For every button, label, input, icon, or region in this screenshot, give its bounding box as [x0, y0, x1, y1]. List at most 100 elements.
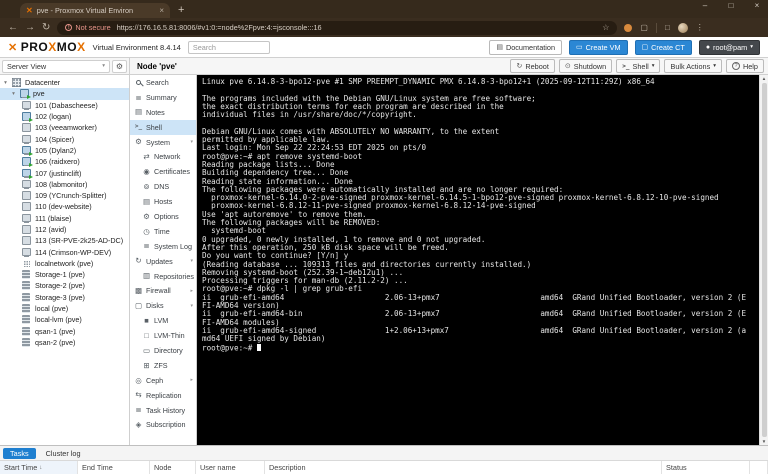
tree-item-localnetwork[interactable]: localnetwork (pve): [0, 258, 129, 269]
menu-item-notes[interactable]: ▤ Notes: [130, 105, 196, 120]
create-ct-button[interactable]: ▢ Create CT: [634, 39, 692, 55]
documentation-button[interactable]: ▤ Documentation: [489, 39, 563, 55]
menu-item-replication[interactable]: ⇆ Replication: [130, 388, 196, 403]
toolbar-reboot-button[interactable]: ↻ Reboot: [510, 59, 555, 73]
forward-icon[interactable]: →: [25, 22, 35, 33]
menu-item-repositories[interactable]: ▥ Repositories: [130, 269, 196, 284]
menu-item-ceph[interactable]: ◎ Ceph ▸: [130, 373, 196, 388]
tree-item-104[interactable]: 104 (Spicer): [0, 133, 129, 144]
column-header-start-time[interactable]: Start Time ↓: [0, 461, 78, 474]
scroll-up-icon[interactable]: ▲: [762, 76, 766, 81]
menu-item-shell[interactable]: >_ Shell: [130, 119, 196, 135]
reload-icon[interactable]: ↻: [42, 22, 50, 33]
address-bar[interactable]: Not secure https://176.16.5.81:8006/#v1:…: [57, 20, 618, 35]
proxmox-logo[interactable]: ✕ PROXMOX: [8, 40, 86, 54]
tree-item-114[interactable]: 114 (Crimson-WP-DEV): [0, 246, 129, 257]
menu-item-time[interactable]: ◷ Time: [130, 224, 196, 239]
tree-item-105[interactable]: 105 (Dylan2): [0, 145, 129, 156]
menu-item-summary[interactable]: ≣ Summary: [130, 90, 196, 105]
tree-item-110[interactable]: 110 (dev-website): [0, 201, 129, 212]
window-maximize-icon[interactable]: □: [726, 1, 736, 10]
menu-item-lvm-thin[interactable]: □ LVM-Thin: [130, 328, 196, 343]
global-search-input[interactable]: [187, 40, 270, 54]
tree-settings-button[interactable]: ⚙: [112, 59, 127, 73]
tree-item-102[interactable]: 102 (logan): [0, 111, 129, 123]
not-secure-badge[interactable]: Not secure: [65, 23, 111, 32]
menu-item-updates[interactable]: ↻ Updates ▾: [130, 254, 196, 269]
menu-item-firewall[interactable]: ▩ Firewall ▸: [130, 283, 196, 298]
tree-item-storage-2[interactable]: Storage-2 (pve): [0, 280, 129, 291]
tree-item-local[interactable]: local (pve): [0, 303, 129, 314]
expander-icon[interactable]: ▾: [2, 80, 9, 86]
toolbar-button-label: Shell: [632, 61, 649, 71]
toolbar-bulk-actions-button[interactable]: Bulk Actions ▾: [664, 59, 722, 73]
expander-icon[interactable]: ▾: [10, 91, 17, 97]
tree-item-108[interactable]: 108 (labmonitor): [0, 179, 129, 190]
tree-item-local-lvm[interactable]: local-lvm (pve): [0, 314, 129, 325]
extension-icon[interactable]: [624, 23, 633, 32]
browser-menu-icon[interactable]: ⋮: [696, 23, 704, 32]
column-header-end-time[interactable]: End Time: [78, 461, 150, 474]
menu-item-certificates[interactable]: ◉ Certificates: [130, 164, 196, 179]
column-header-node[interactable]: Node: [150, 461, 196, 474]
menu-item-task-history[interactable]: ≣ Task History: [130, 403, 196, 418]
menu-item-lvm[interactable]: ■ LVM: [130, 313, 196, 328]
window-minimize-icon[interactable]: –: [700, 1, 710, 10]
vm-icon: [22, 168, 33, 179]
menu-item-system[interactable]: ⚙ System ▾: [130, 135, 196, 150]
tree-item-datacenter[interactable]: ▾ Datacenter: [0, 77, 129, 88]
column-header-description[interactable]: Description: [265, 461, 662, 474]
column-header-user-name[interactable]: User name: [196, 461, 265, 474]
menu-item-label: Task History: [146, 405, 186, 415]
scrollbar-thumb[interactable]: [761, 83, 767, 437]
extensions-puzzle-icon[interactable]: ▢: [640, 23, 648, 32]
tree-item-103[interactable]: 103 (veeamworker): [0, 122, 129, 133]
tree-item-109[interactable]: 109 (YCrunch-Splitter): [0, 190, 129, 201]
firewall-icon: ▩: [134, 286, 143, 296]
tab-close-icon[interactable]: ×: [159, 6, 164, 15]
shell-console[interactable]: Linux pve 6.14.8-3-bpo12-pve #1 SMP PREE…: [197, 75, 768, 445]
bookmark-star-icon[interactable]: ☆: [602, 23, 609, 32]
create-vm-button[interactable]: ▭ Create VM: [569, 39, 628, 55]
menu-item-search[interactable]: Search: [130, 75, 196, 90]
window-close-icon[interactable]: ×: [752, 1, 762, 10]
tree-item-113[interactable]: 113 (SR-PVE-2k25-AD-DC): [0, 235, 129, 246]
toolbar-help-button[interactable]: ? Help: [725, 59, 764, 73]
menu-item-subscription[interactable]: ◈ Subscription: [130, 417, 196, 432]
tree-item-pve[interactable]: ▾ pve: [0, 88, 129, 100]
menu-item-options[interactable]: ⚙ Options: [130, 209, 196, 224]
back-icon[interactable]: ←: [8, 22, 18, 33]
tree-item-112[interactable]: 112 (avid): [0, 224, 129, 235]
menu-item-hosts[interactable]: ▤ Hosts: [130, 194, 196, 209]
tree-item-106[interactable]: 106 (raidxero): [0, 156, 129, 168]
tree-item-107[interactable]: 107 (justinclift): [0, 167, 129, 179]
menu-item-system-log[interactable]: ≣ System Log: [130, 239, 196, 254]
menu-item-dns[interactable]: ⊚ DNS: [130, 179, 196, 194]
extension2-icon[interactable]: □: [665, 23, 670, 32]
toolbar-shell-button[interactable]: >_ Shell ▾: [616, 59, 661, 73]
menu-item-directory[interactable]: ▭ Directory: [130, 343, 196, 358]
menu-item-network[interactable]: ⇄ Network: [130, 149, 196, 164]
tab-cluster-log[interactable]: Cluster log: [39, 448, 88, 459]
chevron-down-icon: ▾: [190, 302, 193, 309]
new-tab-button[interactable]: +: [178, 4, 184, 18]
terminal-icon: >_: [622, 62, 630, 70]
profile-avatar[interactable]: [677, 22, 688, 33]
tree-item-storage-3[interactable]: Storage-3 (pve): [0, 292, 129, 303]
view-selector[interactable]: Server View ▾: [2, 59, 110, 73]
zfs-icon: ⊞: [143, 360, 150, 370]
menu-item-disks[interactable]: ▢ Disks ▾: [130, 298, 196, 313]
tree-item-qsan-2[interactable]: qsan-2 (pve): [0, 337, 129, 348]
scroll-down-icon[interactable]: ▼: [762, 439, 766, 444]
menu-item-zfs[interactable]: ⊞ ZFS: [130, 358, 196, 373]
user-menu-button[interactable]: ● root@pam ▾: [698, 39, 760, 55]
terminal-scrollbar[interactable]: ▲ ▼: [759, 75, 768, 445]
browser-tab[interactable]: ✕ pve - Proxmox Virtual Environ ×: [20, 3, 170, 18]
tree-item-storage-1[interactable]: Storage-1 (pve): [0, 269, 129, 280]
tree-item-101[interactable]: 101 (Dabascheese): [0, 100, 129, 111]
tab-tasks[interactable]: Tasks: [3, 447, 36, 459]
tree-item-qsan-1[interactable]: qsan-1 (pve): [0, 326, 129, 337]
column-header-status[interactable]: Status: [662, 461, 750, 474]
tree-item-111[interactable]: 111 (blaise): [0, 213, 129, 224]
toolbar-shutdown-button[interactable]: ⊙ Shutdown: [558, 59, 613, 73]
